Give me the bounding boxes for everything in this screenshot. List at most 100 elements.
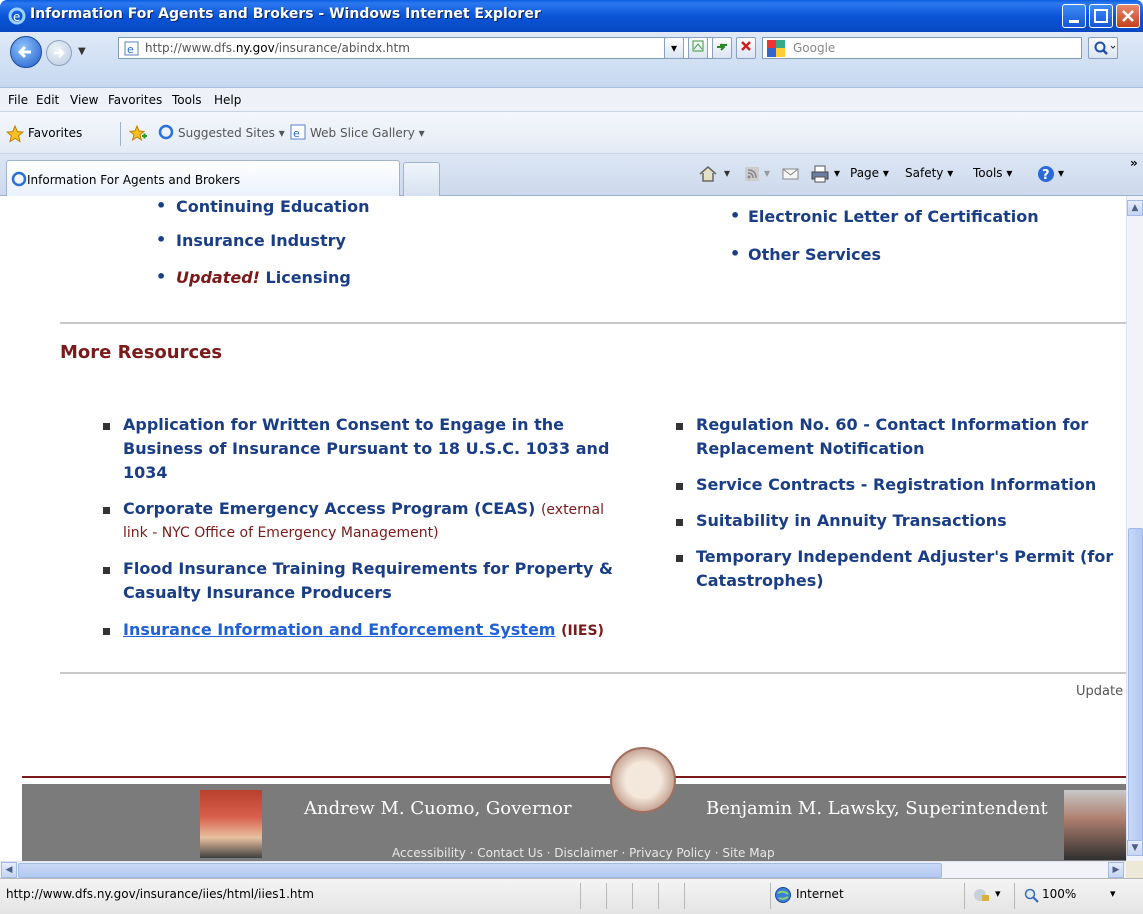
- home-dropdown[interactable]: ▾: [724, 166, 730, 180]
- vertical-scroll-thumb[interactable]: [1128, 528, 1143, 844]
- horizontal-scrollbar[interactable]: ◀ ▶: [0, 861, 1126, 878]
- horizontal-scroll-thumb[interactable]: [18, 863, 942, 878]
- square-bullet: [676, 555, 683, 562]
- link-electronic-letter[interactable]: Electronic Letter of Certification: [748, 206, 1039, 228]
- toolbar-overflow-chevron[interactable]: »: [1130, 156, 1138, 170]
- protected-mode-dropdown[interactable]: ▾: [995, 887, 1001, 900]
- menu-file[interactable]: File: [8, 93, 28, 107]
- web-slice-gallery-link[interactable]: Web Slice Gallery ▾: [310, 126, 425, 140]
- feeds-icon[interactable]: [744, 166, 760, 182]
- print-icon[interactable]: [810, 164, 830, 184]
- superintendent-photo: [1064, 790, 1126, 860]
- zoom-dropdown[interactable]: ▾: [1110, 887, 1116, 900]
- address-field[interactable]: e http://www.dfs.ny.gov/insurance/abindx.…: [118, 37, 714, 59]
- stop-button[interactable]: [736, 37, 756, 59]
- footer-rule: [22, 776, 1126, 778]
- bullet: •: [156, 196, 167, 215]
- maximize-button[interactable]: [1089, 4, 1113, 28]
- ceas-external-note-line2: link - NYC Office of Emergency Managemen…: [123, 525, 439, 541]
- square-bullet: [103, 567, 110, 574]
- link-regulation-60-line1[interactable]: Regulation No. 60 - Contact Information …: [696, 414, 1088, 436]
- close-button[interactable]: [1116, 4, 1140, 28]
- link-written-consent-line2[interactable]: Business of Insurance Pursuant to 18 U.S…: [123, 438, 609, 460]
- link-other-services[interactable]: Other Services: [748, 244, 881, 266]
- menu-favorites[interactable]: Favorites: [108, 93, 162, 107]
- status-divider: [632, 883, 633, 909]
- svg-text:e: e: [293, 127, 300, 140]
- bullet: •: [156, 267, 167, 286]
- refresh-button[interactable]: [712, 37, 732, 59]
- ceas-external-note: (external: [540, 502, 605, 518]
- link-regulation-60-line2[interactable]: Replacement Notification: [696, 438, 925, 460]
- link-written-consent-line3[interactable]: 1034: [123, 462, 168, 484]
- search-input[interactable]: Google: [762, 37, 1082, 59]
- search-placeholder: Google: [793, 41, 836, 55]
- compatibility-view-button[interactable]: [688, 37, 708, 59]
- link-suitability[interactable]: Suitability in Annuity Transactions: [696, 510, 1007, 532]
- address-suffix: /insurance/abindx.htm: [274, 41, 410, 55]
- read-mail-icon[interactable]: [782, 166, 800, 182]
- link-ceas[interactable]: Corporate Emergency Access Program (CEAS…: [123, 498, 604, 521]
- help-dropdown[interactable]: ▾: [1058, 166, 1064, 180]
- link-licensing[interactable]: Updated! Licensing: [176, 267, 351, 289]
- back-button[interactable]: [10, 36, 42, 68]
- security-zone: Internet: [796, 887, 844, 901]
- link-insurance-industry[interactable]: Insurance Industry: [176, 230, 346, 252]
- scroll-left-arrow[interactable]: ◀: [1, 862, 17, 878]
- link-flood-line1[interactable]: Flood Insurance Training Requirements fo…: [123, 558, 613, 580]
- link-adjuster-permit-line1[interactable]: Temporary Independent Adjuster's Permit …: [696, 546, 1113, 568]
- page-icon: e: [124, 41, 139, 56]
- feeds-dropdown[interactable]: ▾: [764, 166, 770, 180]
- stop-icon: [741, 41, 751, 51]
- footer-links[interactable]: Accessibility · Contact Us · Disclaimer …: [392, 846, 775, 860]
- status-divider: [684, 883, 685, 909]
- search-button[interactable]: [1088, 37, 1118, 59]
- scroll-down-arrow[interactable]: ▼: [1127, 840, 1143, 856]
- maximize-icon: [1094, 9, 1108, 23]
- tools-menu[interactable]: Tools ▾: [973, 166, 1012, 180]
- status-divider: [606, 883, 607, 909]
- title-bar: e Information For Agents and Brokers - W…: [0, 0, 1143, 32]
- back-arrow-icon: [17, 45, 31, 59]
- scroll-right-arrow[interactable]: ▶: [1108, 862, 1124, 878]
- divider: [60, 322, 1126, 324]
- safety-menu[interactable]: Safety ▾: [905, 166, 953, 180]
- home-icon[interactable]: [697, 164, 719, 184]
- updated-date-fragment: Update: [1076, 684, 1124, 699]
- menu-view[interactable]: View: [70, 93, 98, 107]
- link-service-contracts[interactable]: Service Contracts - Registration Informa…: [696, 474, 1096, 496]
- updated-flag: Updated!: [176, 268, 260, 287]
- menu-edit[interactable]: Edit: [36, 93, 59, 107]
- scroll-up-arrow[interactable]: ▲: [1127, 200, 1143, 216]
- link-written-consent-line1[interactable]: Application for Written Consent to Engag…: [123, 414, 564, 436]
- zoom-level[interactable]: 100%: [1042, 887, 1076, 901]
- link-flood-line2[interactable]: Casualty Insurance Producers: [123, 582, 392, 604]
- iies-link-label[interactable]: Insurance Information and Enforcement Sy…: [123, 620, 555, 639]
- tab-active[interactable]: Information For Agents and Brokers: [6, 160, 400, 196]
- toolbar-separator: [120, 122, 121, 146]
- add-to-favorites-icon[interactable]: [128, 125, 148, 143]
- link-adjuster-permit-line2[interactable]: Catastrophes): [696, 570, 824, 592]
- link-iies[interactable]: Insurance Information and Enforcement Sy…: [123, 619, 604, 642]
- new-tab-button[interactable]: [403, 162, 440, 196]
- recent-pages-dropdown[interactable]: ▼: [78, 46, 86, 57]
- scroll-corner: [1126, 861, 1143, 878]
- page-menu[interactable]: Page ▾: [850, 166, 889, 180]
- vertical-scrollbar[interactable]: ▲ ▼: [1126, 196, 1143, 861]
- address-host: ny.gov: [235, 41, 275, 55]
- suggested-sites-icon: [158, 124, 174, 140]
- menu-tools[interactable]: Tools: [172, 93, 202, 107]
- favorites-button[interactable]: Favorites: [28, 126, 82, 140]
- menu-help[interactable]: Help: [214, 93, 241, 107]
- suggested-sites-link[interactable]: Suggested Sites ▾: [178, 126, 285, 140]
- link-continuing-education[interactable]: Continuing Education: [176, 196, 370, 218]
- compatibility-icon: [692, 40, 704, 52]
- zoom-icon[interactable]: [1024, 888, 1040, 904]
- minimize-button[interactable]: [1062, 4, 1086, 28]
- forward-button[interactable]: [46, 40, 72, 66]
- square-bullet: [676, 483, 683, 490]
- address-dropdown-button[interactable]: ▾: [664, 37, 684, 59]
- help-icon[interactable]: ?: [1036, 164, 1056, 184]
- print-dropdown[interactable]: ▾: [834, 166, 840, 180]
- protected-mode-icon[interactable]: [972, 887, 992, 903]
